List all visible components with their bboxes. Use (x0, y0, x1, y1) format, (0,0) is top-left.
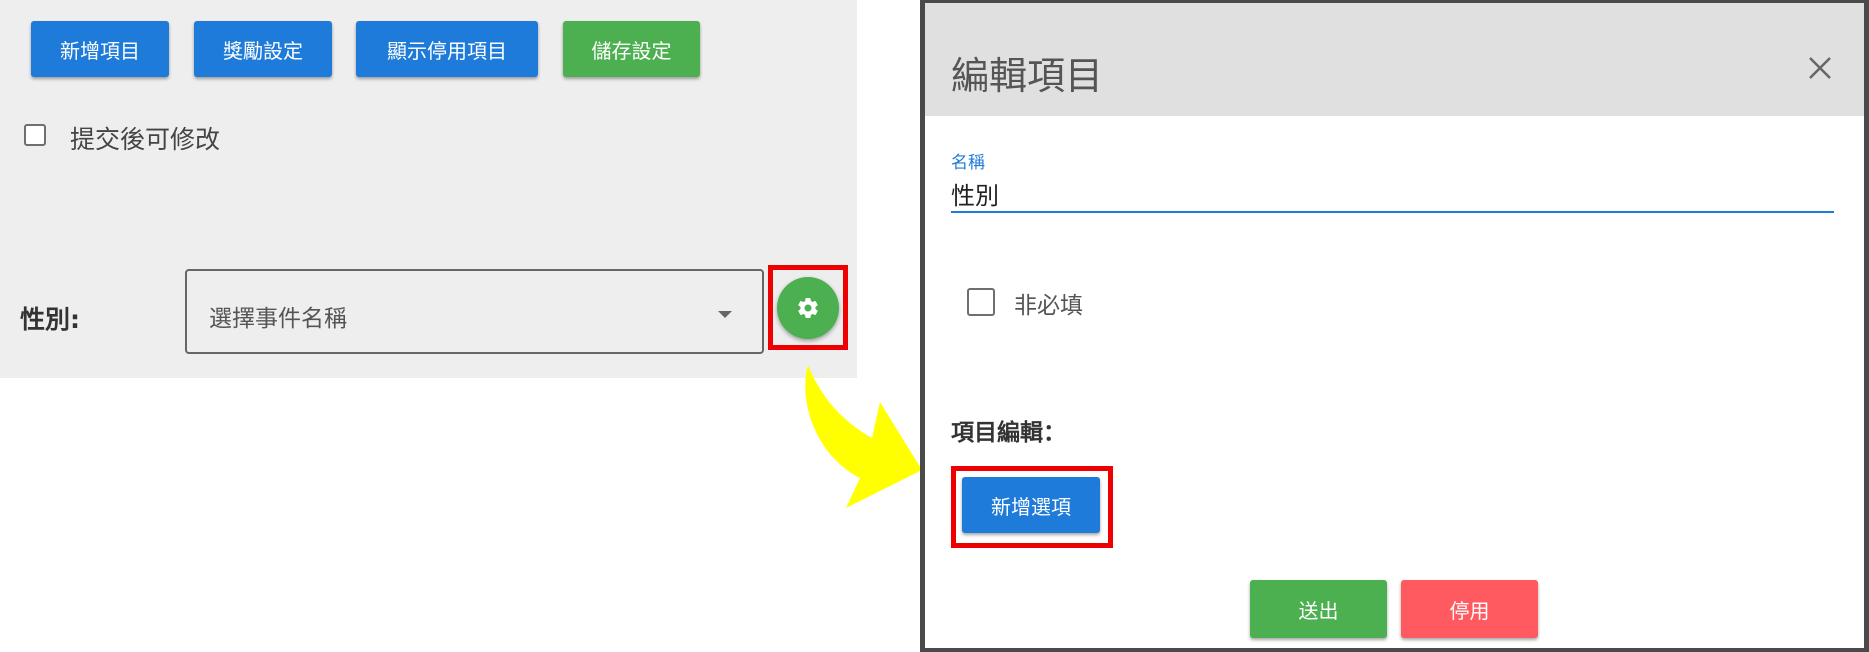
save-settings-button[interactable]: 儲存設定 (563, 21, 700, 77)
edit-item-dialog: 編輯項目 名稱 非必填 項目編輯： 新增選項 送出 停用 (925, 3, 1864, 648)
disable-button[interactable]: 停用 (1401, 580, 1538, 638)
settings-panel: 新增項目 獎勵設定 顯示停用項目 儲存設定 提交後可修改 性別: 選擇事件名稱 (0, 0, 857, 378)
dialog-title: 編輯項目 (951, 54, 1104, 98)
name-field-label: 名稱 (951, 153, 985, 173)
optional-checkbox[interactable] (967, 288, 995, 316)
optional-label: 非必填 (1014, 293, 1083, 319)
add-option-button[interactable]: 新增選項 (962, 477, 1100, 533)
gender-field-label: 性別: (20, 305, 80, 334)
item-edit-heading: 項目編輯： (951, 420, 1066, 446)
submit-button[interactable]: 送出 (1250, 580, 1387, 638)
close-icon[interactable] (1805, 53, 1835, 83)
editable-after-submit-label: 提交後可修改 (70, 125, 221, 154)
gear-icon (798, 298, 818, 319)
dropdown-arrow-icon (718, 311, 732, 318)
editable-after-submit-checkbox[interactable] (24, 124, 46, 146)
event-select-placeholder: 選擇事件名稱 (209, 306, 347, 332)
name-input[interactable] (951, 175, 1834, 213)
reward-settings-button[interactable]: 獎勵設定 (194, 21, 332, 77)
event-name-select[interactable]: 選擇事件名稱 (185, 269, 764, 354)
dialog-header: 編輯項目 (925, 3, 1864, 116)
add-item-button[interactable]: 新增項目 (31, 21, 169, 77)
show-disabled-items-button[interactable]: 顯示停用項目 (356, 21, 538, 77)
yellow-arrow-icon (805, 365, 922, 508)
field-settings-button[interactable] (777, 277, 839, 339)
